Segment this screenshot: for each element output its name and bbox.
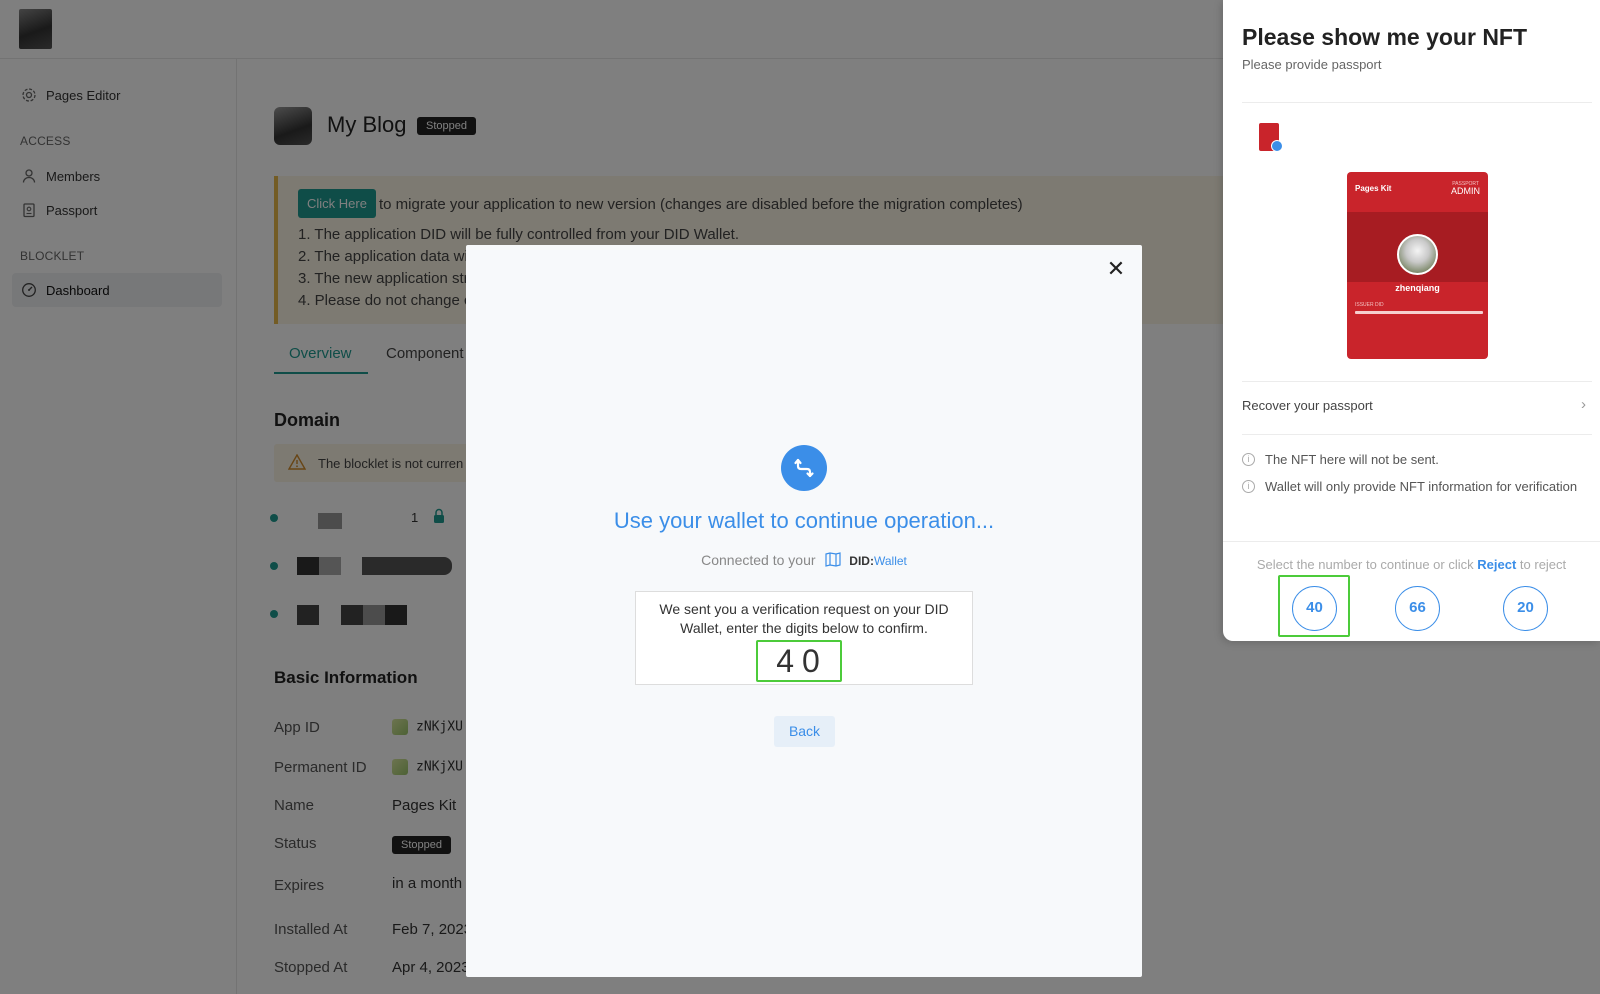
verification-code: 40	[756, 640, 842, 682]
select-number-prompt: Select the number to continue or click R…	[1223, 557, 1600, 572]
card-issuer-did	[1355, 311, 1483, 314]
wallet-modal: ✕ Use your wallet to continue operation.…	[466, 245, 1142, 977]
wallet-name: Wallet	[873, 554, 907, 568]
divider	[1242, 434, 1592, 435]
did-wallet-label: DID:Wallet	[849, 554, 907, 568]
modal-heading: Use your wallet to continue operation...	[613, 508, 995, 533]
connected-to: Connected to your DID:Wallet	[466, 552, 1142, 570]
passport-card: Pages Kit PASSPORT ADMIN zhenqiang ISSUE…	[1347, 172, 1488, 359]
nft-note-text: The NFT here will not be sent.	[1265, 452, 1439, 467]
connected-prefix: Connected to your	[701, 552, 816, 568]
recover-passport-link[interactable]: Recover your passport	[1242, 398, 1373, 413]
divider	[1242, 102, 1592, 103]
reject-link[interactable]: Reject	[1477, 557, 1516, 572]
did-wallet-logo-icon	[825, 552, 842, 570]
wallet-brand: DID:	[849, 554, 874, 568]
divider	[1242, 381, 1592, 382]
divider	[1223, 541, 1600, 542]
verification-text: We sent you a verification request on yo…	[659, 601, 949, 636]
info-icon: i	[1242, 480, 1255, 493]
select-suffix: to reject	[1519, 557, 1567, 572]
nft-note-text: Wallet will only provide NFT information…	[1265, 479, 1578, 494]
card-app-name: Pages Kit	[1355, 184, 1392, 193]
chevron-right-icon[interactable]: ›	[1581, 396, 1586, 413]
card-role: ADMIN	[1451, 186, 1480, 196]
card-avatar	[1397, 234, 1438, 275]
back-button[interactable]: Back	[774, 716, 835, 747]
select-prefix: Select the number to continue or click	[1256, 557, 1474, 572]
info-icon: i	[1242, 453, 1255, 466]
card-issuer-label: ISSUER DID	[1355, 302, 1384, 308]
nft-panel-subtitle: Please provide passport	[1242, 57, 1382, 72]
nft-request-panel: Please show me your NFT Please provide p…	[1223, 0, 1600, 641]
close-icon[interactable]: ✕	[1104, 257, 1128, 281]
nft-panel-title: Please show me your NFT	[1242, 24, 1528, 50]
card-holder-name: zhenqiang	[1395, 283, 1440, 293]
verification-box: We sent you a verification request on yo…	[635, 591, 973, 685]
number-choice-1[interactable]: 40	[1292, 586, 1337, 631]
wallet-connect-icon	[781, 445, 827, 491]
number-choice-2[interactable]: 66	[1395, 586, 1440, 631]
number-choice-3[interactable]: 20	[1503, 586, 1548, 631]
check-icon	[1271, 140, 1283, 152]
